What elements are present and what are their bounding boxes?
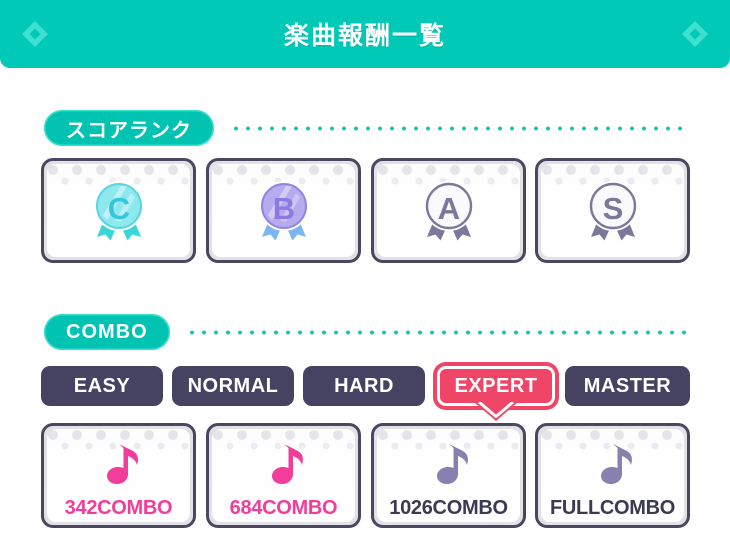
difficulty-tab-easy[interactable]: EASY xyxy=(41,366,163,406)
rank-medal-s-icon: S xyxy=(541,164,684,257)
combo-section-header: COMBO xyxy=(44,314,690,350)
combo-card-2[interactable]: 684COMBO xyxy=(206,423,361,528)
svg-text:S: S xyxy=(602,191,623,226)
music-note-icon xyxy=(421,436,477,497)
music-note-icon xyxy=(91,436,147,497)
difficulty-tab-label: HARD xyxy=(334,374,394,397)
difficulty-tab-label: NORMAL xyxy=(187,374,279,397)
difficulty-tab-label: EASY xyxy=(73,374,131,397)
music-note-icon xyxy=(585,436,641,497)
combo-card-label: 342COMBO xyxy=(64,497,173,519)
difficulty-tab-label: MASTER xyxy=(583,374,672,397)
diamond-icon xyxy=(680,19,710,49)
card-surface: B xyxy=(212,164,355,257)
card-surface: 342COMBO xyxy=(47,429,190,522)
card-surface: C xyxy=(47,164,190,257)
difficulty-tab-master[interactable]: MASTER xyxy=(565,366,690,406)
svg-text:C: C xyxy=(107,191,129,226)
card-surface: 684COMBO xyxy=(212,429,355,522)
card-surface: S xyxy=(541,164,684,257)
combo-card-label: 684COMBO xyxy=(229,497,338,519)
rank-medal-c-icon: C xyxy=(47,164,190,257)
combo-card-4[interactable]: FULLCOMBO xyxy=(535,423,690,528)
dotted-divider xyxy=(230,125,690,131)
card-surface: 1026COMBO xyxy=(377,429,520,522)
difficulty-tab-expert[interactable]: EXPERT xyxy=(437,366,555,421)
rank-card-b[interactable]: B xyxy=(206,158,361,263)
svg-text:B: B xyxy=(272,191,294,226)
difficulty-tab-normal[interactable]: NORMAL xyxy=(172,366,294,406)
rank-card-s[interactable]: S xyxy=(535,158,690,263)
header-bar: 楽曲報酬一覧 xyxy=(0,0,730,68)
card-surface: FULLCOMBO xyxy=(541,429,684,522)
score-rank-label: スコアランク xyxy=(44,110,214,146)
selected-tab-pointer-icon xyxy=(474,402,518,422)
rank-medal-a-icon: A xyxy=(377,164,520,257)
combo-card-label: FULLCOMBO xyxy=(549,497,676,519)
difficulty-tab-label: EXPERT xyxy=(454,374,538,397)
combo-card-content: FULLCOMBO xyxy=(541,429,684,522)
combo-card-3[interactable]: 1026COMBO xyxy=(371,423,526,528)
rank-card-c[interactable]: C xyxy=(41,158,196,263)
svg-text:A: A xyxy=(437,191,459,226)
combo-card-content: 1026COMBO xyxy=(377,429,520,522)
song-reward-list-screen: 楽曲報酬一覧 スコアランク C B A S COMBO EASY NORMAL … xyxy=(0,0,730,546)
card-surface: A xyxy=(377,164,520,257)
combo-card-content: 342COMBO xyxy=(47,429,190,522)
page-title: 楽曲報酬一覧 xyxy=(283,22,446,50)
combo-card-content: 684COMBO xyxy=(212,429,355,522)
combo-card-label: 1026COMBO xyxy=(389,497,508,519)
dotted-divider xyxy=(185,329,690,335)
rank-card-a[interactable]: A xyxy=(371,158,526,263)
rank-medal-b-icon: B xyxy=(212,164,355,257)
music-note-icon xyxy=(256,436,312,497)
combo-label: COMBO xyxy=(44,314,170,350)
score-rank-section-header: スコアランク xyxy=(44,110,690,146)
combo-card-1[interactable]: 342COMBO xyxy=(41,423,196,528)
difficulty-tab-hard[interactable]: HARD xyxy=(303,366,425,406)
